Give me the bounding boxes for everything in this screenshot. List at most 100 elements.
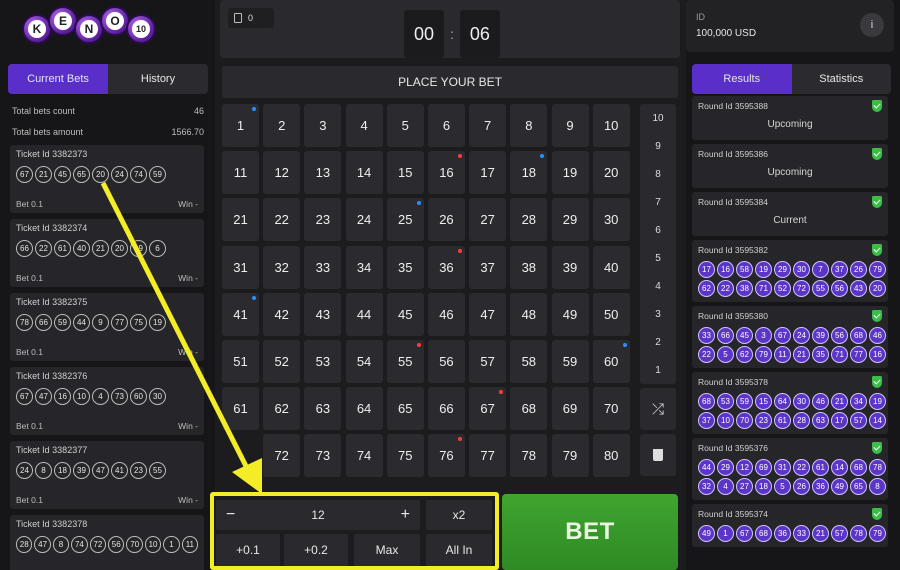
number-cell-44[interactable]: 44 <box>345 292 383 336</box>
number-cell-7[interactable]: 7 <box>469 104 507 147</box>
number-cell-5[interactable]: 5 <box>386 104 424 147</box>
number-cell-10[interactable]: 10 <box>592 104 630 147</box>
round-card[interactable]: Round Id 3595382 17 16 58 19 29 30 7 37 26 79 62 22… <box>692 240 888 302</box>
info-icon[interactable]: i <box>860 13 884 37</box>
number-cell-27[interactable]: 27 <box>469 198 507 242</box>
number-cell-11[interactable]: 11 <box>222 151 259 195</box>
number-cell-13[interactable]: 13 <box>304 151 342 195</box>
number-cell-60[interactable]: 60 <box>592 339 630 383</box>
number-cell-69[interactable]: 69 <box>551 387 589 431</box>
round-card[interactable]: Round Id 3595388 Upcoming <box>692 96 888 140</box>
max-stake-button[interactable]: Max <box>354 534 420 566</box>
number-cell-53[interactable]: 53 <box>304 339 342 383</box>
number-cell-78[interactable]: 78 <box>510 434 548 478</box>
pick-count-5[interactable]: 5 <box>640 244 676 272</box>
ticket-card[interactable]: Ticket Id 3382378 28 47 8 74 72 56 70 10 1 11 <box>10 515 204 570</box>
number-cell-46[interactable]: 46 <box>427 292 465 336</box>
pick-count-1[interactable]: 1 <box>640 356 676 384</box>
number-cell-38[interactable]: 38 <box>510 245 548 289</box>
ticket-card[interactable]: Ticket Id 3382376 67 47 16 10 4 73 60 30 Bet 0.… <box>10 367 204 435</box>
number-cell-62[interactable]: 62 <box>263 387 301 431</box>
number-cell-68[interactable]: 68 <box>510 387 548 431</box>
number-cell-56[interactable]: 56 <box>427 339 465 383</box>
number-cell-73[interactable]: 73 <box>304 434 342 478</box>
number-cell-75[interactable]: 75 <box>386 434 424 478</box>
pick-count-9[interactable]: 9 <box>640 132 676 160</box>
number-cell-80[interactable]: 80 <box>592 434 630 478</box>
number-cell-14[interactable]: 14 <box>345 151 383 195</box>
number-cell-3[interactable]: 3 <box>304 104 342 147</box>
increase-stake-button[interactable]: + <box>401 506 410 524</box>
number-cell-43[interactable]: 43 <box>304 292 342 336</box>
clear-button[interactable] <box>640 434 676 476</box>
round-card[interactable]: Round Id 3595386 Upcoming <box>692 144 888 188</box>
number-cell-61[interactable]: 61 <box>222 387 259 431</box>
ticket-card[interactable]: Ticket Id 3382375 78 66 59 44 9 77 75 19 Bet 0.… <box>10 293 204 361</box>
all-in-button[interactable]: All In <box>426 534 492 566</box>
number-cell-72[interactable]: 72 <box>263 434 301 478</box>
number-cell-25[interactable]: 25 <box>386 198 424 242</box>
round-card[interactable]: Round Id 3595374 49 1 67 68 36 33 21 57 78 79 <box>692 504 888 547</box>
number-cell-39[interactable]: 39 <box>551 245 589 289</box>
number-cell-30[interactable]: 30 <box>592 198 630 242</box>
number-cell-41[interactable]: 41 <box>222 292 259 336</box>
number-cell-67[interactable]: 67 <box>469 387 507 431</box>
tab-history[interactable]: History <box>108 64 208 94</box>
number-cell-77[interactable]: 77 <box>469 434 507 478</box>
number-cell-51[interactable]: 51 <box>222 339 259 383</box>
number-cell-16[interactable]: 16 <box>427 151 465 195</box>
add-0-1-button[interactable]: +0.1 <box>216 534 280 566</box>
number-cell-55[interactable]: 55 <box>386 339 424 383</box>
number-cell-18[interactable]: 18 <box>510 151 548 195</box>
number-cell-54[interactable]: 54 <box>345 339 383 383</box>
pick-count-6[interactable]: 6 <box>640 216 676 244</box>
round-card[interactable]: Round Id 3595378 68 53 59 15 64 30 46 21 34 19 37 1… <box>692 372 888 434</box>
number-cell-40[interactable]: 40 <box>592 245 630 289</box>
number-cell-33[interactable]: 33 <box>304 245 342 289</box>
pick-count-8[interactable]: 8 <box>640 160 676 188</box>
number-cell-76[interactable]: 76 <box>427 434 465 478</box>
number-cell-26[interactable]: 26 <box>427 198 465 242</box>
number-cell-47[interactable]: 47 <box>469 292 507 336</box>
pick-count-2[interactable]: 2 <box>640 328 676 356</box>
number-cell-21[interactable]: 21 <box>222 198 259 242</box>
round-card[interactable]: Round Id 3595376 44 29 12 69 31 22 61 14 68 78 32 4… <box>692 438 888 500</box>
number-cell-79[interactable]: 79 <box>551 434 589 478</box>
tab-current-bets[interactable]: Current Bets <box>8 64 108 94</box>
number-cell-63[interactable]: 63 <box>304 387 342 431</box>
number-cell-49[interactable]: 49 <box>551 292 589 336</box>
number-cell-28[interactable]: 28 <box>510 198 548 242</box>
number-cell-17[interactable]: 17 <box>469 151 507 195</box>
number-cell-4[interactable]: 4 <box>345 104 383 147</box>
tab-statistics[interactable]: Statistics <box>792 64 892 94</box>
ticket-card[interactable]: Ticket Id 3382373 67 21 45 65 20 24 74 59 Bet 0… <box>10 145 204 213</box>
ticket-card[interactable]: Ticket Id 3382374 66 22 61 40 21 20 19 6 Bet 0.… <box>10 219 204 287</box>
number-cell-50[interactable]: 50 <box>592 292 630 336</box>
number-cell-34[interactable]: 34 <box>345 245 383 289</box>
number-cell-37[interactable]: 37 <box>469 245 507 289</box>
pick-count-3[interactable]: 3 <box>640 300 676 328</box>
round-card[interactable]: Round Id 3595380 33 66 45 3 67 24 39 56 68 46 22 5 6… <box>692 306 888 368</box>
number-cell-70[interactable]: 70 <box>592 387 630 431</box>
number-cell-42[interactable]: 42 <box>263 292 301 336</box>
number-cell-6[interactable]: 6 <box>427 104 465 147</box>
pick-count-7[interactable]: 7 <box>640 188 676 216</box>
pick-count-10[interactable]: 10 <box>640 104 676 132</box>
pick-count-4[interactable]: 4 <box>640 272 676 300</box>
add-0-2-button[interactable]: +0.2 <box>284 534 348 566</box>
number-cell-2[interactable]: 2 <box>263 104 301 147</box>
number-cell-52[interactable]: 52 <box>263 339 301 383</box>
stake-value[interactable]: 12 <box>311 508 324 522</box>
number-cell-45[interactable]: 45 <box>386 292 424 336</box>
tab-results[interactable]: Results <box>692 64 792 94</box>
number-cell-12[interactable]: 12 <box>263 151 301 195</box>
number-cell-1[interactable]: 1 <box>222 104 259 147</box>
decrease-stake-button[interactable]: − <box>226 506 235 524</box>
number-cell-66[interactable]: 66 <box>427 387 465 431</box>
round-card[interactable]: Round Id 3595384 Current <box>692 192 888 236</box>
number-cell-57[interactable]: 57 <box>469 339 507 383</box>
number-cell-31[interactable]: 31 <box>222 245 259 289</box>
ticket-card[interactable]: Ticket Id 3382377 24 8 18 39 47 41 23 55 Bet 0.… <box>10 441 204 509</box>
number-cell-20[interactable]: 20 <box>592 151 630 195</box>
number-cell-24[interactable]: 24 <box>345 198 383 242</box>
